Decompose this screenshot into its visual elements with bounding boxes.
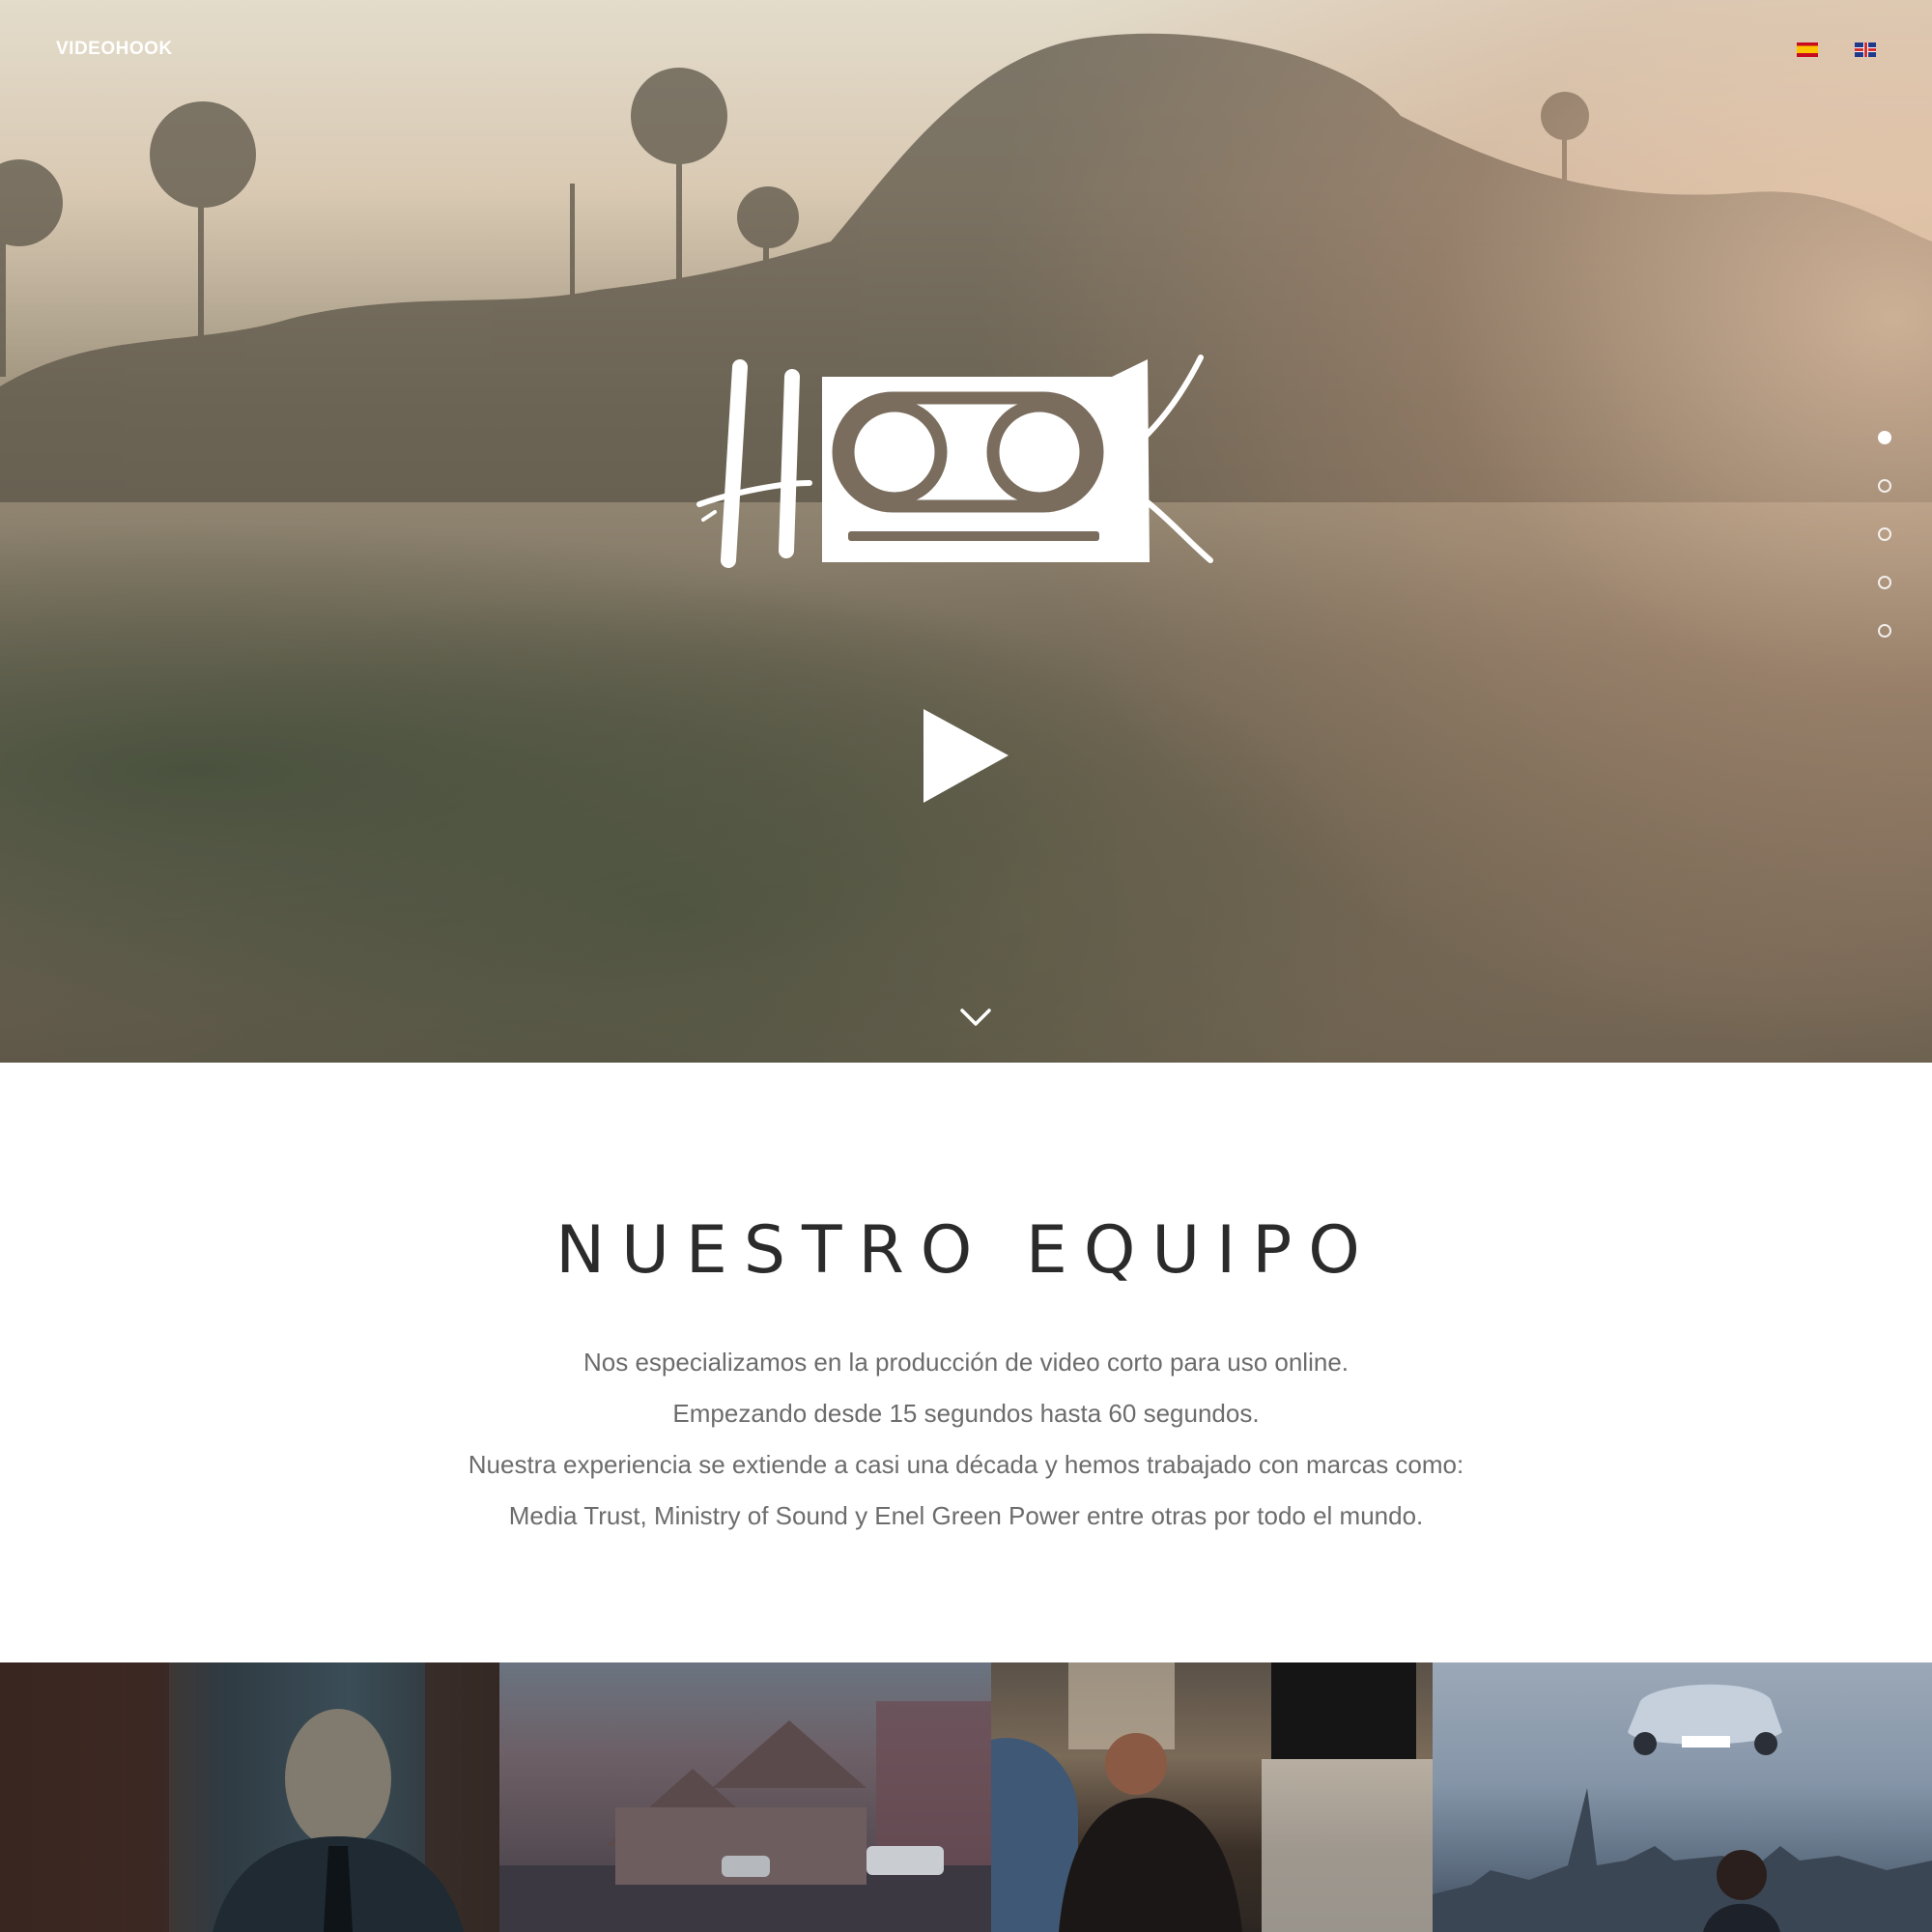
brand-logo-link[interactable]: VIDEOHOOK (56, 39, 173, 60)
team-description-line: Nos especializamos en la producción de v… (582, 1348, 1350, 1377)
video-thumbnail-woman-in-chair[interactable] (991, 1662, 1433, 1932)
team-section: NUESTRO EQUIPO Nos especializamos en la … (0, 1063, 1932, 1662)
video-thumbnail-village-house[interactable] (499, 1662, 991, 1932)
chevron-down-icon[interactable] (956, 1005, 995, 1030)
video-gallery (0, 1662, 1932, 1932)
video-thumbnail-man-in-suit[interactable] (0, 1662, 499, 1932)
slide-dot-1[interactable] (1878, 431, 1891, 444)
language-switcher (1797, 43, 1876, 57)
thumbnail-art (499, 1701, 991, 1932)
thumbnail-art (991, 1662, 1433, 1932)
thumbnail-art (0, 1662, 499, 1932)
video-thumbnail-flying-car-city[interactable] (1433, 1662, 1932, 1932)
team-description: Nos especializamos en la producción de v… (0, 1337, 1932, 1542)
slide-dot-2[interactable] (1878, 479, 1891, 493)
slide-dot-5[interactable] (1878, 624, 1891, 638)
spain-flag-icon[interactable] (1797, 43, 1818, 57)
play-icon[interactable] (918, 705, 1014, 807)
slide-dot-3[interactable] (1878, 527, 1891, 541)
hero-section: VIDEOHOOK (0, 0, 1932, 1063)
slide-pagination (1878, 431, 1891, 638)
team-description-line: Media Trust, Ministry of Sound y Enel Gr… (508, 1501, 1424, 1530)
team-description-line: Empezando desde 15 segundos hasta 60 seg… (672, 1399, 1260, 1428)
team-title: NUESTRO EQUIPO (555, 1212, 1377, 1289)
thumbnail-art (1433, 1684, 1932, 1932)
hook-logo (696, 355, 1213, 568)
slide-dot-4[interactable] (1878, 576, 1891, 589)
uk-flag-icon[interactable] (1855, 43, 1876, 57)
team-description-line: Nuestra experiencia se extiende a casi u… (468, 1450, 1464, 1479)
